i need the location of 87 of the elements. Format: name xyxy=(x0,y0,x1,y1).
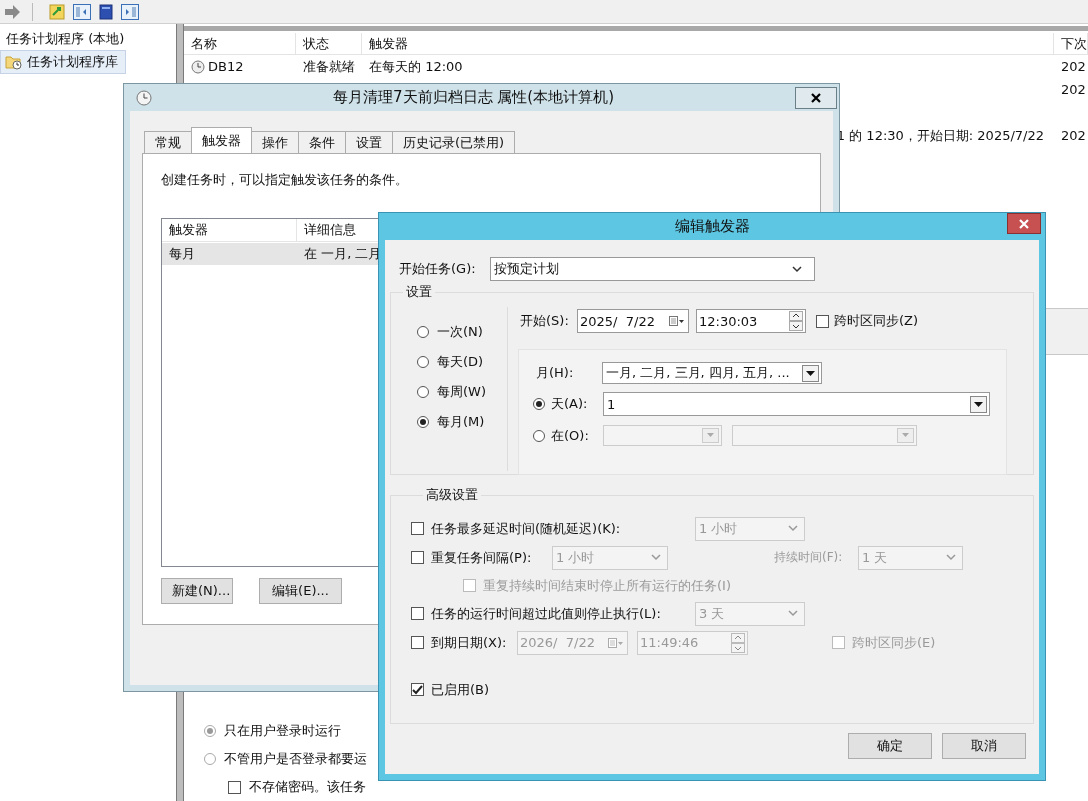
column-header[interactable]: 触发器 xyxy=(162,219,297,241)
table-cell: 202 xyxy=(1061,59,1086,75)
checkmark-icon xyxy=(412,684,423,695)
note-icon[interactable] xyxy=(49,3,65,20)
chevron-down-icon xyxy=(788,525,798,532)
book-icon[interactable] xyxy=(99,3,113,20)
checkbox-label: 已启用(B) xyxy=(431,680,490,699)
checkbox[interactable] xyxy=(411,607,424,620)
checkbox-label: 任务最多延迟时间(随机延迟)(K): xyxy=(431,519,622,538)
radio-label: 不管用户是否登录都要运 xyxy=(224,750,367,768)
field-label: 开始(S): xyxy=(520,312,570,330)
spin-arrows-icon[interactable] xyxy=(789,311,803,331)
tree-item[interactable]: 任务计划程序 (本地) xyxy=(0,28,174,50)
days-dropdown[interactable]: 1 xyxy=(603,392,990,416)
dialog-button[interactable]: 新建(N)... xyxy=(161,578,233,604)
radio-label: 每周(W) xyxy=(437,383,486,401)
column-header[interactable]: 名称 xyxy=(184,33,296,55)
chevron-down-icon xyxy=(651,554,661,561)
radio-label: 在(O): xyxy=(551,426,590,445)
window-title: 编辑触发器 xyxy=(674,217,750,236)
checkbox-label: 跨时区同步(Z) xyxy=(834,312,919,330)
pane-icon[interactable] xyxy=(73,3,91,20)
forward-arrow-icon[interactable] xyxy=(4,4,20,19)
description-text: 创建任务时，可以指定触发该任务的条件。 xyxy=(161,171,409,189)
close-icon xyxy=(811,92,821,103)
checkbox[interactable] xyxy=(411,551,424,564)
column-header[interactable]: 触发器 xyxy=(362,33,1054,55)
close-button[interactable] xyxy=(1007,213,1041,234)
calendar-icon[interactable] xyxy=(669,316,685,326)
checkbox-label: 跨时区同步(E) xyxy=(852,633,936,652)
checkbox-label: 重复持续时间结束时停止所有运行的任务(I) xyxy=(483,576,731,595)
radio-label: 一次(N) xyxy=(437,323,483,341)
radio-button[interactable] xyxy=(417,356,429,368)
field-label: 月(H): xyxy=(536,364,575,382)
dialog-button[interactable]: 取消 xyxy=(942,733,1026,759)
radio-button[interactable] xyxy=(533,429,545,442)
tree-item[interactable]: 任务计划程序库 xyxy=(0,50,126,74)
dialog-button[interactable]: 确定 xyxy=(848,733,932,759)
checkbox-label: 到期日期(X): xyxy=(431,633,508,652)
months-dropdown[interactable]: 一月, 二月, 三月, 四月, 五月, ... xyxy=(602,362,822,384)
checkbox[interactable] xyxy=(411,683,424,696)
pane-icon[interactable] xyxy=(121,3,139,20)
window-title: 每月清理7天前归档日志 属性(本地计算机) xyxy=(332,88,615,107)
checkbox[interactable] xyxy=(832,636,845,649)
checkbox-label: 不存储密码。该任务 xyxy=(249,778,366,796)
date-field[interactable]: 2025/ 7/22 xyxy=(577,309,689,333)
tab[interactable]: 常规 xyxy=(144,131,192,153)
radio-button[interactable] xyxy=(417,386,429,398)
checkbox[interactable] xyxy=(816,314,829,328)
table-cell: 在每天的 12:00 xyxy=(369,57,463,76)
field-label: 开始任务(G): xyxy=(399,260,477,278)
checkbox-label: 任务的运行时间超过此值则停止执行(L): xyxy=(431,604,662,623)
close-icon xyxy=(1019,218,1029,229)
table-cell: 202 xyxy=(1061,82,1086,98)
chevron-down-icon xyxy=(792,265,802,273)
radio-label: 每月(M) xyxy=(437,413,485,431)
table-cell: DB12 xyxy=(208,59,244,75)
radio-label: 天(A): xyxy=(551,395,589,413)
group-label: 设置 xyxy=(405,283,433,301)
column-header[interactable]: 下次 xyxy=(1054,33,1088,55)
chevron-down-icon xyxy=(946,554,956,561)
group-label: 高级设置 xyxy=(425,486,479,504)
checkbox-label: 重复任务间隔(P): xyxy=(431,548,533,567)
table-cell: 准备就绪 xyxy=(303,57,355,76)
tab[interactable]: 历史记录(已禁用) xyxy=(392,131,516,153)
radio-label: 只在用户登录时运行 xyxy=(224,722,341,740)
table-cell: 202 xyxy=(1061,128,1086,144)
time-field[interactable]: 12:30:03 xyxy=(696,309,806,333)
radio-button[interactable] xyxy=(533,398,545,410)
radio-button[interactable] xyxy=(204,725,216,737)
close-button[interactable] xyxy=(795,86,837,109)
dialog-button[interactable]: 编辑(E)... xyxy=(259,578,342,604)
schedule-dropdown[interactable]: 按预定计划 xyxy=(490,257,815,281)
clock-icon xyxy=(136,89,152,106)
radio-button[interactable] xyxy=(417,326,429,338)
checkbox[interactable] xyxy=(411,522,424,535)
radio-label: 每天(D) xyxy=(437,353,484,371)
tab[interactable]: 触发器 xyxy=(191,127,252,153)
clock-icon xyxy=(191,59,205,74)
folder-clock-icon xyxy=(5,54,23,70)
field-label: 持续时间(F): xyxy=(774,549,844,566)
radio-button[interactable] xyxy=(417,416,429,428)
radio-button[interactable] xyxy=(204,753,216,765)
checkbox[interactable] xyxy=(411,636,424,649)
checkbox[interactable] xyxy=(228,780,241,794)
column-header[interactable]: 状态 xyxy=(296,33,362,55)
chevron-down-icon xyxy=(788,610,798,617)
